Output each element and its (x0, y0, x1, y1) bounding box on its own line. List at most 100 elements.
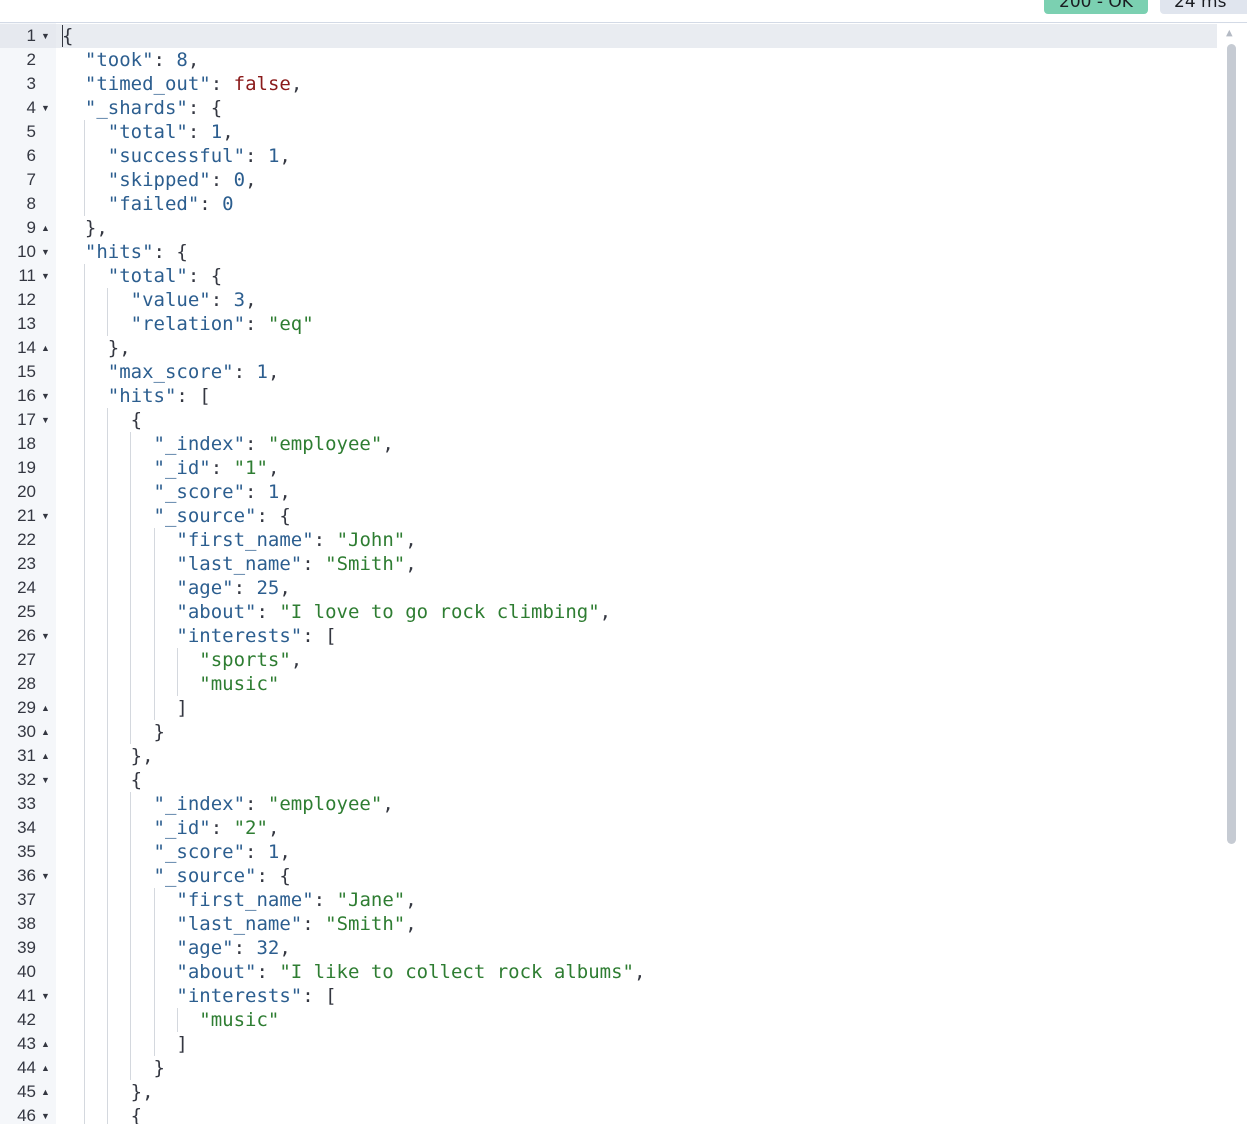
code-token: "Smith" (325, 553, 406, 575)
code-line: "first_name": "Jane", (62, 888, 416, 912)
code-token: "_id" (153, 817, 211, 839)
line-number-label: 25 (17, 602, 36, 621)
code-token: , (267, 817, 280, 839)
code-token: , (382, 433, 394, 455)
code-token: , (245, 289, 257, 311)
code-token: "interests" (176, 625, 303, 647)
fold-expand-icon[interactable]: ▲ (41, 696, 50, 720)
line-number: 16 ▼ (0, 384, 56, 408)
code-token: "1" (233, 457, 268, 479)
code-token: "first_name" (176, 529, 314, 551)
fold-expand-icon[interactable]: ▲ (41, 1056, 50, 1080)
code-token: }, (107, 337, 131, 359)
code-token: : { (153, 241, 188, 263)
fold-expand-icon[interactable]: ▲ (41, 336, 50, 360)
code-token: : (210, 289, 234, 311)
line-number-label: 13 (17, 314, 36, 333)
code-token: 1 (256, 361, 268, 383)
code-line: "total": 1, (62, 120, 234, 144)
fold-collapse-icon[interactable]: ▼ (41, 864, 50, 888)
line-number-label: 18 (17, 434, 36, 453)
code-token: ] (176, 697, 188, 719)
code-line: "last_name": "Smith", (62, 552, 416, 576)
code-token: : (245, 481, 268, 503)
code-token: , (599, 601, 612, 623)
line-number-label: 36 (17, 866, 36, 885)
scrollbar-thumb[interactable] (1227, 44, 1236, 844)
code-token: "total" (107, 121, 188, 143)
code-token: , (222, 121, 234, 143)
code-token: "hits" (107, 385, 177, 407)
code-line: "max_score": 1, (62, 360, 280, 384)
line-number: 7 (0, 168, 56, 192)
line-number-label: 46 (17, 1106, 36, 1124)
fold-expand-icon[interactable]: ▲ (41, 1080, 50, 1104)
scroll-up-arrow-icon[interactable]: ▲ (1226, 26, 1233, 39)
text-cursor (62, 25, 63, 47)
code-token: : (187, 121, 211, 143)
fold-expand-icon[interactable]: ▲ (41, 1032, 50, 1056)
fold-expand-icon[interactable]: ▲ (41, 720, 50, 744)
fold-collapse-icon[interactable]: ▼ (41, 96, 50, 120)
line-number-label: 2 (26, 50, 36, 69)
code-token: , (405, 913, 417, 935)
line-number-label: 17 (17, 410, 36, 429)
code-token: , (187, 49, 200, 71)
code-line: "age": 25, (62, 576, 291, 600)
code-token: "employee" (267, 793, 383, 815)
code-line: "_id": "2", (62, 816, 280, 840)
fold-collapse-icon[interactable]: ▼ (41, 240, 50, 264)
fold-collapse-icon[interactable]: ▼ (41, 264, 50, 288)
code-token: , (279, 145, 291, 167)
code-line: "about": "I love to go rock climbing", (62, 600, 611, 624)
fold-collapse-icon[interactable]: ▼ (41, 504, 50, 528)
code-token: "timed_out" (84, 73, 211, 95)
code-token: { (62, 25, 74, 47)
fold-expand-icon[interactable]: ▲ (41, 216, 50, 240)
fold-collapse-icon[interactable]: ▼ (41, 768, 50, 792)
code-token: : (245, 145, 268, 167)
line-number: 29 ▲ (0, 696, 56, 720)
code-token: : (153, 49, 177, 71)
line-number: 43 ▲ (0, 1032, 56, 1056)
code-token: , (279, 577, 291, 599)
fold-collapse-icon[interactable]: ▼ (41, 24, 50, 48)
code-line: "sports", (62, 648, 302, 672)
code-token: } (153, 721, 165, 743)
code-token: : (233, 937, 257, 959)
fold-collapse-icon[interactable]: ▼ (41, 408, 50, 432)
line-number: 20 (0, 480, 56, 504)
line-number: 9 ▲ (0, 216, 56, 240)
response-editor[interactable]: 1 ▼ 2 3 4 ▼ 5 6 7 8 9 ▲ 10 ▼ 11 ▼ 12 13 14 ▲ 15 16 ▼ 17 ▼ 18 19 20 2… (0, 23, 1247, 1124)
code-token: "about" (176, 601, 257, 623)
code-line: "successful": 1, (62, 144, 291, 168)
line-number: 17 ▼ (0, 408, 56, 432)
line-number-label: 9 (26, 218, 36, 237)
fold-collapse-icon[interactable]: ▼ (41, 624, 50, 648)
code-token: }, (130, 745, 154, 767)
code-token: , (405, 529, 417, 551)
fold-collapse-icon[interactable]: ▼ (41, 1104, 50, 1124)
code-line: "_index": "employee", (62, 432, 394, 456)
code-token: "skipped" (107, 169, 211, 191)
code-line: "_source": { (62, 504, 291, 528)
code-token: "_score" (153, 481, 246, 503)
code-token: , (245, 169, 257, 191)
line-number-label: 10 (17, 242, 36, 261)
line-number-label: 14 (17, 338, 36, 357)
code-token: : [ (302, 985, 337, 1007)
fold-collapse-icon[interactable]: ▼ (41, 984, 50, 1008)
line-number-label: 1 (26, 26, 36, 45)
line-number: 30 ▲ (0, 720, 56, 744)
line-number: 44 ▲ (0, 1056, 56, 1080)
fold-collapse-icon[interactable]: ▼ (41, 384, 50, 408)
code-token: : (210, 73, 234, 95)
fold-expand-icon[interactable]: ▲ (41, 744, 50, 768)
code-token: 0 (233, 169, 246, 191)
line-number-label: 7 (26, 170, 36, 189)
code-token: 0 (222, 193, 234, 215)
line-number-label: 23 (17, 554, 36, 573)
line-number: 22 (0, 528, 56, 552)
code-token: : (313, 529, 337, 551)
line-number: 3 (0, 72, 56, 96)
